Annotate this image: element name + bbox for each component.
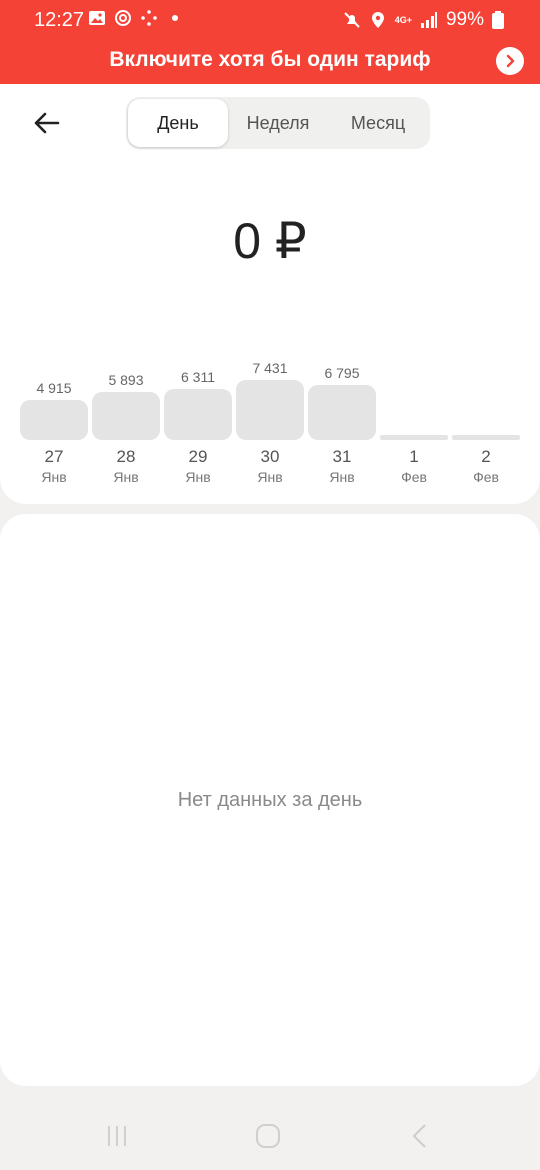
notification-dot-icon [166, 9, 184, 27]
bar-value-label: 4 915 [36, 380, 72, 396]
earnings-amount: 0 ₽ [233, 213, 307, 269]
chart-bar[interactable] [164, 389, 232, 440]
bar-month-label: Янв [41, 469, 67, 485]
bar-month-label: Янв [329, 469, 355, 485]
recent-apps-button[interactable] [104, 1122, 132, 1155]
bar-value-label: 6 795 [324, 365, 360, 381]
back-button[interactable] [30, 106, 64, 140]
bar-month-label: Фев [401, 469, 427, 485]
bar-value-label: 7 431 [252, 360, 288, 376]
mute-icon [343, 11, 361, 29]
bar-value-label: 5 893 [108, 372, 144, 388]
tariff-banner[interactable]: Включите хотя бы один тариф [0, 40, 540, 84]
location-icon [369, 11, 387, 29]
orders-card: Нет данных за день [0, 514, 540, 1086]
tab-day[interactable]: День [128, 99, 228, 147]
gallery-icon [88, 9, 106, 27]
bar-day-label: 2 [481, 447, 491, 466]
chevron-left-icon [412, 1124, 426, 1148]
chart-bar[interactable] [20, 400, 88, 440]
tab-week[interactable]: Неделя [230, 99, 326, 147]
earnings-card: День Неделя Месяц 0 ₽ 4 915 27 Янв 5 893 28 Я… [0, 84, 540, 504]
bar-value-label: 6 311 [181, 369, 215, 385]
top-banner-area: 12:27 4G+ 99% Включите хотя бы один тари… [0, 0, 540, 84]
bar-day-label: 28 [116, 447, 136, 466]
tab-month[interactable]: Месяц [328, 99, 428, 147]
chart-bar[interactable] [236, 380, 304, 440]
chevron-right-icon [506, 54, 515, 68]
home-button[interactable] [254, 1122, 282, 1155]
bar-month-label: Янв [257, 469, 283, 485]
home-icon [256, 1124, 280, 1148]
bar-month-label: Фев [473, 469, 499, 485]
bar-day-label: 31 [332, 447, 352, 466]
bar-day-label: 29 [188, 447, 208, 466]
status-bar: 12:27 4G+ 99% [0, 0, 540, 40]
chart-bar[interactable] [308, 385, 376, 440]
chart-bar[interactable] [452, 435, 520, 440]
banner-text: Включите хотя бы один тариф [109, 48, 431, 71]
earnings-chart: 4 915 27 Янв 5 893 28 Янв 6 311 29 Янв 7 431 30 Янв… [0, 354, 540, 494]
chart-bar[interactable] [380, 435, 448, 440]
arrow-left-icon [34, 112, 60, 134]
battery-icon [492, 11, 510, 29]
system-nav-bar [0, 1100, 540, 1170]
back-nav-button[interactable] [406, 1122, 434, 1155]
signal-icon [420, 11, 438, 29]
chart-bar[interactable] [92, 392, 160, 440]
bar-day-label: 30 [260, 447, 280, 466]
dots-app-icon [140, 9, 158, 27]
bar-month-label: Янв [185, 469, 211, 485]
network-type-label: 4G+ [394, 15, 412, 25]
banner-arrow-button[interactable] [496, 47, 524, 75]
bar-month-label: Янв [113, 469, 139, 485]
bar-day-label: 27 [44, 447, 64, 466]
bar-day-label: 1 [409, 447, 419, 466]
period-selector: День Неделя Месяц [126, 97, 430, 149]
status-time: 12:27 [34, 9, 85, 31]
recent-apps-icon [108, 1126, 126, 1146]
battery-percent: 99% [445, 9, 484, 30]
empty-state-text: Нет данных за день [177, 789, 363, 811]
at-sign-icon [114, 9, 132, 27]
